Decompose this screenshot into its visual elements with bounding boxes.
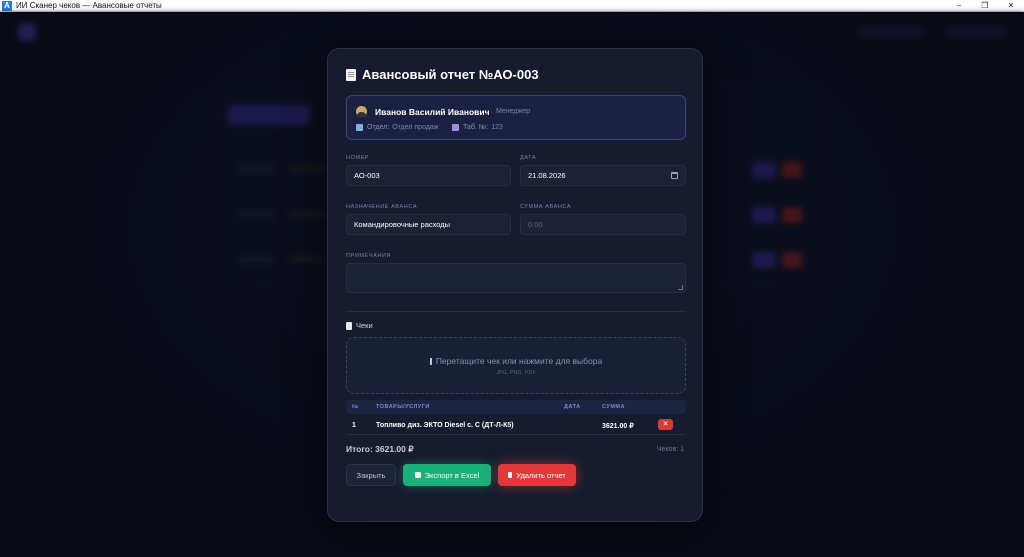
close-window-button[interactable]: ✕ <box>998 0 1024 12</box>
tab-number-label: Таб. №: <box>463 124 489 131</box>
tab-number-value: 123 <box>491 124 503 131</box>
calendar-icon[interactable] <box>671 172 678 179</box>
amount-input[interactable]: 0.00 <box>520 214 686 235</box>
upload-icon <box>429 358 432 365</box>
column-sum: СУММА <box>602 404 625 410</box>
employee-role: Менеджер <box>496 108 530 115</box>
receipts-count: Чеков: 1 <box>656 446 684 453</box>
section-divider <box>346 311 686 312</box>
delete-button-label: Удалить отчет <box>516 470 566 480</box>
app-icon: A <box>2 0 12 11</box>
dropzone-formats: JPG, PNG, PDF <box>496 370 536 376</box>
notes-textarea[interactable] <box>346 263 686 293</box>
modal-title-text: Авансовый отчет №АО-003 <box>362 67 539 82</box>
department-value: Отдел продаж <box>392 124 439 131</box>
column-date: ДАТА <box>564 404 581 410</box>
excel-icon <box>414 472 421 478</box>
resize-grip-icon[interactable] <box>678 285 683 290</box>
total-amount: Итого: 3621.00 ₽ <box>346 444 414 454</box>
advance-report-modal: Авансовый отчет №АО-003 Иванов Василий И… <box>327 48 703 522</box>
table-row: 1 Топливо диз. ЭКТО Diesel с. С (ДТ-Л-К5… <box>346 416 686 435</box>
date-value: 21.08.2026 <box>528 171 566 180</box>
department-icon <box>356 124 363 131</box>
receipts-table-header: № ТОВАРЫ/УСЛУГИ ДАТА СУММА <box>346 400 686 414</box>
document-icon <box>346 68 356 81</box>
purpose-input[interactable]: Командировочные расходы <box>346 214 511 235</box>
number-label: НОМЕР <box>346 155 370 161</box>
purpose-label: НАЗНАЧЕНИЕ АВАНСА <box>346 204 418 210</box>
window-title: ИИ Сканер чеков — Авансовые отчеты <box>16 1 162 10</box>
dropzone-label: Перетащите чек или нажмите для выбора <box>435 356 603 366</box>
close-button[interactable]: Закрыть <box>346 464 396 486</box>
trash-icon <box>508 472 513 478</box>
delete-row-button[interactable]: ✕ <box>658 419 673 430</box>
window-titlebar: A ИИ Сканер чеков — Авансовые отчеты – ❐… <box>0 0 1024 12</box>
row-item: Топливо диз. ЭКТО Diesel с. С (ДТ-Л-К5) <box>376 422 514 429</box>
date-input[interactable]: 21.08.2026 <box>520 165 686 186</box>
employee-avatar-icon <box>356 106 367 117</box>
department-label: Отдел: <box>367 124 390 131</box>
column-items: ТОВАРЫ/УСЛУГИ <box>376 404 430 410</box>
dropzone-text: Перетащите чек или нажмите для выбора <box>347 356 685 366</box>
employee-name: Иванов Василий Иванович <box>375 107 490 117</box>
amount-label: СУММА АВАНСА <box>520 204 572 210</box>
maximize-button[interactable]: ❐ <box>972 0 998 12</box>
receipts-title-text: Чеки <box>356 321 373 330</box>
delete-report-button[interactable]: Удалить отчет <box>498 464 576 486</box>
minimize-button[interactable]: – <box>946 0 972 12</box>
receipts-section-title: Чеки <box>346 321 373 330</box>
column-number: № <box>352 404 359 410</box>
row-sum: 3621.00 ₽ <box>602 423 634 430</box>
receipt-icon <box>346 321 352 330</box>
window-controls: – ❐ ✕ <box>946 0 1024 12</box>
employee-card: Иванов Василий Иванович Менеджер Отдел: … <box>346 95 686 140</box>
close-button-label: Закрыть <box>356 470 386 480</box>
notes-label: ПРИМЕЧАНИЯ <box>346 253 392 259</box>
export-excel-button[interactable]: Экспорт в Excel <box>403 464 491 486</box>
export-button-label: Экспорт в Excel <box>424 470 480 480</box>
row-number: 1 <box>352 422 356 429</box>
employee-tab-number: Таб. №: 123 <box>452 124 503 131</box>
number-input[interactable]: АО-003 <box>346 165 511 186</box>
tab-number-icon <box>452 124 459 131</box>
employee-department: Отдел: Отдел продаж <box>356 124 438 131</box>
date-label: ДАТА <box>520 155 537 161</box>
receipt-dropzone[interactable]: Перетащите чек или нажмите для выбора JP… <box>346 337 686 394</box>
modal-title: Авансовый отчет №АО-003 <box>346 67 539 82</box>
